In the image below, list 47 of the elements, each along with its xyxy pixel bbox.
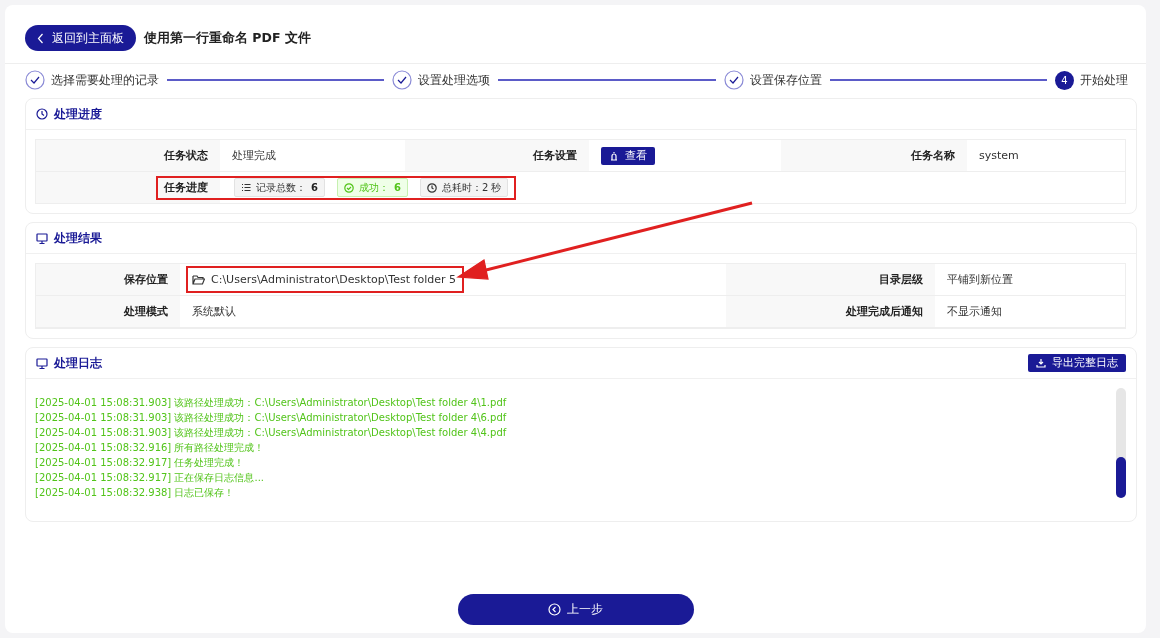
step-label: 选择需要处理的记录 (51, 72, 159, 88)
log-line: [2025-04-01 15:08:31.903] 该路径处理成功：C:\Users\Administrator\Desktop\Test folder 4\1.pdf (35, 396, 508, 410)
step-number: 4 (1055, 70, 1074, 90)
field-label: 目录层级 (726, 264, 935, 296)
check-circle-icon (343, 182, 354, 193)
section-title: 处理进度 (54, 106, 102, 122)
step-label: 开始处理 (1080, 72, 1128, 88)
chevron-circle-left-icon (548, 603, 561, 616)
log-line: [2025-04-01 15:08:32.917] 任务处理完成！ (35, 456, 246, 470)
field-value: 平铺到新位置 (935, 264, 1125, 296)
scrollbar[interactable] (1116, 388, 1126, 498)
monitor-icon (36, 232, 48, 244)
view-button[interactable]: 查看 (601, 146, 655, 165)
field-label: 任务状态 (36, 140, 220, 172)
stat-tag: 记录总数： 6 (234, 178, 325, 197)
list-icon (241, 183, 251, 192)
path-value: C:\Users\Administrator\Desktop\Test folder 5 (211, 273, 456, 286)
export-log-button[interactable]: 导出完整日志 (1028, 354, 1126, 372)
section-title: 处理日志 (54, 355, 102, 371)
field-value: 不显示通知 (935, 296, 1125, 328)
chevron-left-icon (37, 32, 44, 44)
field-label: 任务设置 (405, 140, 589, 172)
step-label: 设置处理选项 (418, 72, 491, 88)
section-title: 处理结果 (54, 230, 102, 246)
log-line: [2025-04-01 15:08:31.903] 该路径处理成功：C:\Users\Administrator\Desktop\Test folder 4\6.pdf (35, 411, 508, 425)
back-button[interactable]: 返回到主面板 (25, 25, 136, 51)
monitor-icon (36, 357, 48, 369)
log-line: [2025-04-01 15:08:32.916] 所有路径处理完成！ (35, 441, 266, 455)
log-line: [2025-04-01 15:08:32.917] 正在保存日志信息... (35, 471, 265, 485)
clock-icon (426, 182, 437, 193)
field-value: 系统默认 (180, 296, 726, 328)
clock-icon (36, 108, 48, 120)
log-line: [2025-04-01 15:08:32.938] 日志已保存！ (35, 486, 236, 500)
field-label: 处理模式 (36, 296, 180, 328)
folder-icon (192, 274, 205, 285)
stat-tag: 总耗时：2 秒 (419, 178, 509, 197)
field-label: 保存位置 (36, 264, 180, 296)
field-label: 处理完成后通知 (726, 296, 935, 328)
stat-tag: 成功： 6 (336, 178, 408, 197)
previous-button[interactable]: 上一步 (457, 594, 694, 625)
step-label: 设置保存位置 (749, 72, 822, 88)
field-label: 任务进度 (163, 180, 209, 195)
field-label: 任务名称 (781, 140, 967, 172)
page-title: 使用第一行重命名 PDF 文件 (144, 29, 311, 47)
log-line: [2025-04-01 15:08:31.903] 该路径处理成功：C:\Users\Administrator\Desktop\Test folder 4\4.pdf (35, 426, 508, 440)
alarm-icon (609, 150, 619, 161)
download-icon (1036, 358, 1046, 368)
